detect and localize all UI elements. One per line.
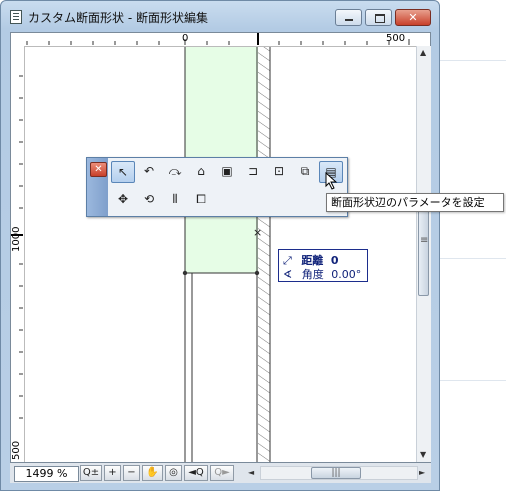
scroll-left-arrow[interactable]: ◄ [248,468,254,477]
ruler-cursor-marker [11,234,23,236]
angle-value[interactable]: 0.00° [331,268,361,281]
polygon-edit-icon[interactable]: ▣ [215,161,239,183]
ruler-label-500: 500 [386,33,406,44]
angle-label: 角度 [301,268,324,281]
angle-row: ∢ 角度 0.00° [283,266,361,282]
drawing-canvas[interactable]: × 0 500 1000 500 ▲ ≡ ▼ [10,32,431,463]
angle-icon: ∢ [283,268,293,281]
offset-edge-icon[interactable]: ⊐ [241,161,265,183]
window-title: カスタム断面形状 - 断面形状編集 [28,11,208,25]
ruler-label-0: 0 [182,33,189,44]
close-icon: ✕ [408,11,418,24]
profile-editor-window: カスタム断面形状 - 断面形状編集 ✕ × 0 500 1000 500 ▲ ≡… [0,0,440,491]
background-line [440,380,506,381]
drag-icon[interactable]: ✥ [111,189,135,211]
horizontal-scrollbar[interactable]: ||| [260,466,418,480]
horizontal-scroll-thumb[interactable]: ||| [311,467,361,479]
zoom-window-icon[interactable]: ◎ [165,465,182,481]
ruler-label-500-vertical: 500 [11,440,22,460]
zoom-fit-icon[interactable]: Q± [80,465,102,481]
pan-hand-icon[interactable]: ✋ [142,465,163,481]
tooltip: 断面形状辺のパラメータを設定 [326,193,504,212]
document-icon [10,10,22,24]
mirror-icon[interactable]: ⫴ [163,189,187,211]
vertical-ruler-ticks [19,75,23,419]
zoom-next-icon[interactable]: Q► [210,465,234,481]
zoom-field[interactable]: 1499 % [14,466,79,482]
maximize-icon [375,14,385,23]
arrow-select-icon[interactable]: ↖ [111,161,135,183]
zoom-out-icon[interactable]: − [123,465,140,481]
hatch-strip [258,46,270,462]
minimize-button[interactable] [335,9,362,26]
edit-palette: ✕ ↖ ↶ ⤼ ⌂ ▣ ⊐ ⊡ ⧉ ▤ ✥ ⟲ ⫴ ⧠ [86,157,348,217]
close-button[interactable]: ✕ [395,9,431,26]
profile-node[interactable] [254,270,260,276]
scroll-up-arrow[interactable]: ▲ [420,48,426,57]
coordinate-tracker: ⤢ 距離 0 ∢ 角度 0.00° [278,249,368,282]
scroll-right-arrow[interactable]: ► [419,468,425,477]
polygon-add-icon[interactable]: ⌂ [189,161,213,183]
minimize-icon [345,19,353,21]
title-bar[interactable]: カスタム断面形状 - 断面形状編集 ✕ [1,1,439,31]
palette-close-button[interactable]: ✕ [90,162,107,177]
status-bar: 1499 % Q± + − ✋ ◎ ◄Q Q► ◄ ||| ► [10,463,431,483]
node-marker: × [253,226,262,239]
ruler-label-1000: 1000 [11,226,22,252]
mouse-cursor-icon [325,172,338,190]
horizontal-ruler-ticks [26,39,410,45]
zoom-previous-icon[interactable]: ◄Q [184,465,208,481]
rotate-left-icon[interactable]: ↶ [137,161,161,183]
vertical-scrollbar[interactable]: ▲ ▼ [416,46,431,462]
rotate-icon[interactable]: ⟲ [137,189,161,211]
scroll-down-arrow[interactable]: ▼ [420,450,426,459]
resize-icon[interactable]: ⧠ [189,189,213,211]
profile-node[interactable] [182,270,188,276]
palette-drag-strip[interactable]: ✕ [87,158,108,216]
vertical-ruler: 1000 500 [11,46,25,462]
node-copy-icon[interactable]: ⧉ [293,161,317,183]
node-move-icon[interactable]: ⊡ [267,161,291,183]
curve-arrow-icon[interactable]: ⤼ [163,161,187,183]
background-line [440,258,506,259]
maximize-button[interactable] [365,9,392,26]
ruler-cursor-marker [257,33,259,45]
zoom-in-icon[interactable]: + [104,465,121,481]
horizontal-ruler: 0 500 [11,33,430,47]
background-line [440,60,506,61]
